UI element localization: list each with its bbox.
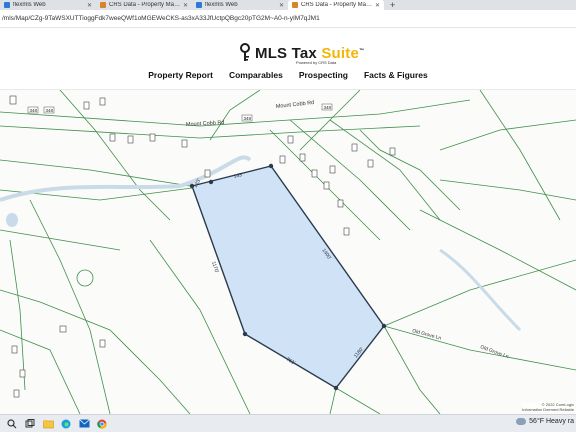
logo-trademark: ™ xyxy=(359,48,365,54)
route-shield-label: 348 xyxy=(244,116,252,121)
tab-title: CRS Data - Property Map for Mi xyxy=(109,2,181,8)
main-nav: Property Report Comparables Prospecting … xyxy=(0,70,576,80)
crs-favicon-icon xyxy=(292,2,298,8)
road-label: Old Grove Ln xyxy=(411,328,441,342)
new-tab-button[interactable]: + xyxy=(384,0,401,10)
nav-prospecting[interactable]: Prospecting xyxy=(299,70,348,80)
nav-facts-figures[interactable]: Facts & Figures xyxy=(364,70,428,80)
search-icon[interactable] xyxy=(6,418,18,430)
property-map[interactable]: Mount Cobb Rd Mount Cobb Rd Old Grove Ln… xyxy=(0,90,576,414)
rain-cloud-icon xyxy=(516,418,527,425)
key-icon xyxy=(240,43,250,61)
logo-subtitle: Powered by CRS Data xyxy=(296,60,337,65)
stream xyxy=(439,248,522,332)
flexmls-favicon-icon xyxy=(4,2,10,8)
close-icon[interactable]: ✕ xyxy=(183,2,188,9)
route-shield-label: 348 xyxy=(30,108,38,113)
road-label: Old Grove Ln xyxy=(479,344,509,360)
address-bar[interactable]: /mls/Map/CZg-9TaWSXUTTioggFdk7weeQWf1oMG… xyxy=(0,10,576,28)
close-icon[interactable]: ✕ xyxy=(87,2,92,9)
map-canvas[interactable]: Mount Cobb Rd Mount Cobb Rd Old Grove Ln… xyxy=(0,90,576,414)
parcel-side-label: 1170' xyxy=(210,261,219,274)
road-label: Mount Cobb Rd xyxy=(276,100,315,110)
tab-title: CRS Data - Property Map for Mi xyxy=(301,2,373,8)
site-header: MLS Tax Suite™ Powered by CRS Data Prope… xyxy=(0,28,576,90)
browser-tab-bar: flexmls Web ✕ CRS Data - Property Map fo… xyxy=(0,0,576,10)
weather-temp: 56°F xyxy=(529,418,545,425)
url-text[interactable]: /mls/Map/CZg-9TaWSXUTTioggFdk7weeQWf1oMG… xyxy=(2,15,320,22)
mail-icon[interactable] xyxy=(78,418,90,430)
weather-desc: Heavy ra xyxy=(545,418,574,425)
browser-tab-2[interactable]: CRS Data - Property Map for Mi ✕ xyxy=(96,0,192,10)
task-view-icon[interactable] xyxy=(24,418,36,430)
file-explorer-icon[interactable] xyxy=(42,418,54,430)
close-icon[interactable]: ✕ xyxy=(279,2,284,9)
site-logo[interactable]: MLS Tax Suite™ Powered by CRS Data xyxy=(238,43,365,65)
copyright-line: Information Deemed Reliable xyxy=(522,407,574,412)
browser-tab-3[interactable]: flexmls Web ✕ xyxy=(192,0,288,10)
crs-favicon-icon xyxy=(100,2,106,8)
pond xyxy=(6,213,18,227)
weather-widget[interactable]: 56°F Heavy ra xyxy=(516,418,574,425)
taskbar: 56°F Heavy ra xyxy=(0,414,576,432)
close-icon[interactable]: ✕ xyxy=(375,2,380,9)
tab-title: flexmls Web xyxy=(13,2,46,8)
chrome-icon[interactable] xyxy=(96,418,108,430)
tab-title: flexmls Web xyxy=(205,2,238,8)
map-attribution: © 2022 CoreLogic Information Deemed Reli… xyxy=(522,402,574,412)
browser-tab-1[interactable]: flexmls Web ✕ xyxy=(0,0,96,10)
flexmls-favicon-icon xyxy=(196,2,202,8)
nav-property-report[interactable]: Property Report xyxy=(148,70,213,80)
nav-comparables[interactable]: Comparables xyxy=(229,70,283,80)
edge-browser-icon[interactable] xyxy=(60,418,72,430)
browser-tab-4-active[interactable]: CRS Data - Property Map for Mi ✕ xyxy=(288,0,384,10)
route-shield-label: 348 xyxy=(324,105,332,110)
route-shield-label: 348 xyxy=(46,108,54,113)
